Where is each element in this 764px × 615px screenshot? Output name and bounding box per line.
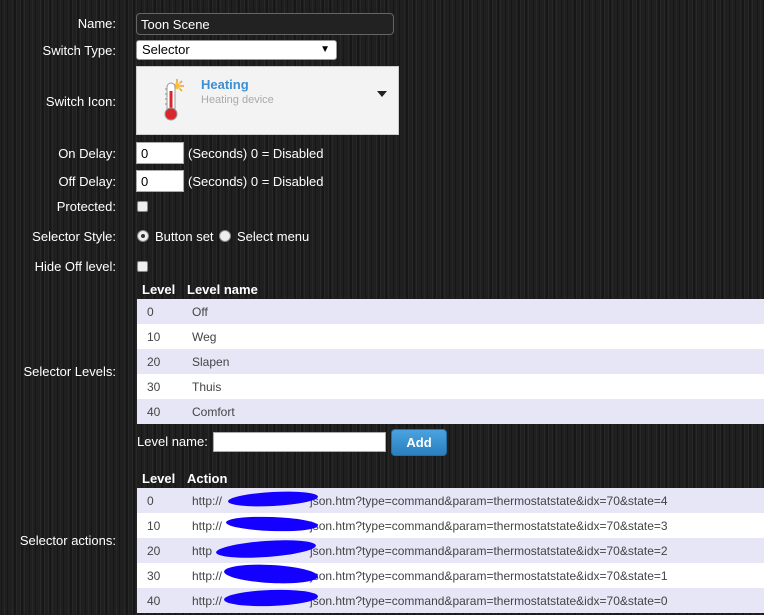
action-level: 10 xyxy=(137,513,182,538)
table-row[interactable]: 0 Off xyxy=(137,299,764,324)
hide-off-checkbox[interactable] xyxy=(137,261,148,272)
table-row[interactable]: 40 Comfort xyxy=(137,399,764,424)
level-value: 10 xyxy=(137,324,182,349)
off-delay-label: Off Delay: xyxy=(58,174,116,189)
switch-type-select[interactable]: Selector ▼ xyxy=(136,40,337,60)
selector-style-label: Selector Style: xyxy=(32,229,116,244)
level-name: Comfort xyxy=(182,399,764,424)
name-label: Name: xyxy=(77,16,116,31)
action-level: 30 xyxy=(137,563,182,588)
levels-header-level: Level xyxy=(142,281,176,297)
level-name: Off xyxy=(182,299,764,324)
selector-levels-label: Selector Levels: xyxy=(23,364,117,379)
add-level-button[interactable]: Add xyxy=(391,429,447,456)
off-delay-input[interactable] xyxy=(136,170,184,192)
select-menu-radio[interactable] xyxy=(219,230,231,242)
action-level: 20 xyxy=(137,538,182,563)
action-level: 40 xyxy=(137,588,182,613)
on-delay-hint: (Seconds) 0 = Disabled xyxy=(188,146,324,161)
level-name: Thuis xyxy=(182,374,764,399)
icon-subtitle: Heating device xyxy=(201,94,274,106)
switch-type-label: Switch Type: xyxy=(42,43,116,58)
on-delay-label: On Delay: xyxy=(58,146,116,161)
protected-label: Protected: xyxy=(56,199,116,214)
button-set-label: Button set xyxy=(155,229,214,244)
switch-icon-picker[interactable]: Heating Heating device xyxy=(136,66,399,135)
table-row[interactable]: 10 Weg xyxy=(137,324,764,349)
level-name-input[interactable] xyxy=(213,432,386,452)
actions-header-action: Action xyxy=(187,470,228,486)
selector-actions-table: Level Action 0 http://json.htm?type=comma… xyxy=(137,468,764,613)
icon-title: Heating xyxy=(201,77,249,92)
level-value: 0 xyxy=(137,299,182,324)
switch-icon-label: Switch Icon: xyxy=(45,94,116,109)
actions-header-level: Level xyxy=(142,470,176,486)
select-menu-label: Select menu xyxy=(237,229,310,244)
protected-checkbox[interactable] xyxy=(137,201,148,212)
selector-levels-table: Level Level name 0 Off 10 Weg 20 Slapen 30 T… xyxy=(137,279,764,424)
action-level: 0 xyxy=(137,488,182,513)
thermometer-sun-icon xyxy=(164,79,184,121)
level-value: 30 xyxy=(137,374,182,399)
hide-off-label: Hide Off level: xyxy=(34,259,116,274)
name-input[interactable] xyxy=(136,13,394,35)
level-value: 40 xyxy=(137,399,182,424)
level-name: Slapen xyxy=(182,349,764,374)
table-row[interactable]: 30 Thuis xyxy=(137,374,764,399)
selector-actions-label: Selector actions: xyxy=(19,533,116,548)
button-set-radio[interactable] xyxy=(137,230,149,242)
dropdown-arrow-icon: ▼ xyxy=(320,44,330,55)
level-name: Weg xyxy=(182,324,764,349)
switch-type-value: Selector xyxy=(142,42,190,57)
caret-down-icon xyxy=(377,91,387,97)
off-delay-hint: (Seconds) 0 = Disabled xyxy=(188,174,324,189)
table-row[interactable]: 20 Slapen xyxy=(137,349,764,374)
on-delay-input[interactable] xyxy=(136,142,184,164)
levels-header-name: Level name xyxy=(187,281,258,297)
level-value: 20 xyxy=(137,349,182,374)
level-name-label: Level name: xyxy=(137,434,208,449)
